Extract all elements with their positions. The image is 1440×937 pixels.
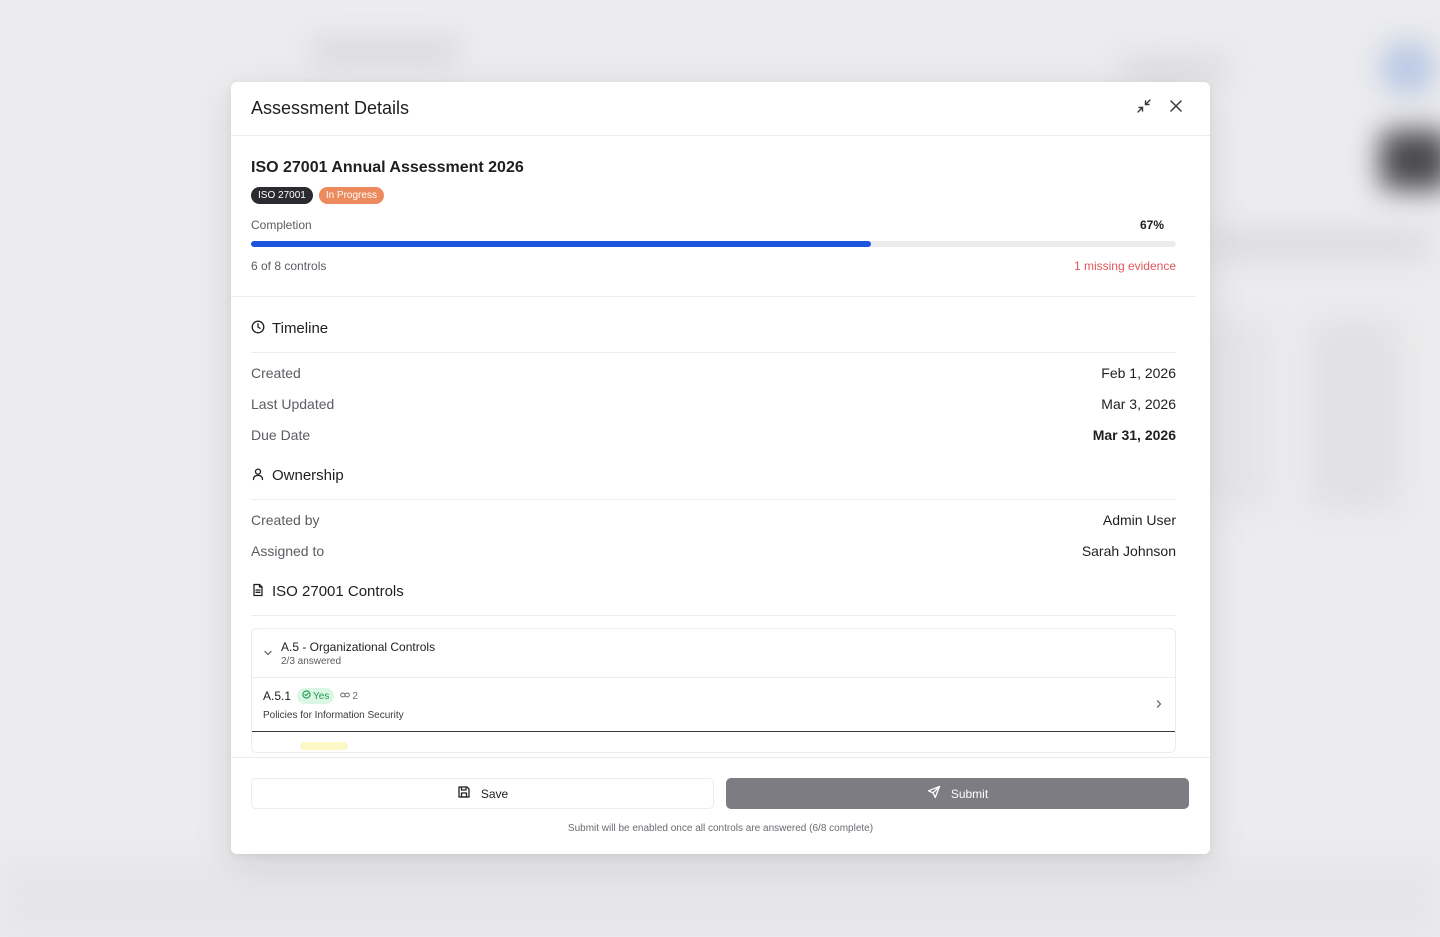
last-updated-label: Last Updated	[251, 395, 335, 412]
controls-progress: 6 of 8 controls	[251, 259, 327, 273]
completion-progress-bar	[251, 241, 1176, 247]
created-by-label: Created by	[251, 511, 320, 528]
document-icon	[251, 583, 265, 601]
control-group-header[interactable]: A.5 - Organizational Controls 2/3 answer…	[252, 629, 1175, 678]
control-row-partial	[252, 732, 1175, 752]
check-circle-icon	[302, 690, 311, 702]
controls-heading: ISO 27001 Controls	[272, 583, 404, 600]
status-badge: In Progress	[318, 187, 384, 204]
answer-label: Yes	[313, 690, 330, 702]
close-button[interactable]	[1162, 95, 1190, 123]
chevron-right-icon	[1154, 696, 1164, 714]
missing-evidence-link[interactable]: 1 missing evidence	[1074, 259, 1176, 273]
submit-button[interactable]: Submit	[726, 778, 1189, 809]
assessment-summary: ISO 27001 Annual Assessment 2026 ISO 270…	[231, 137, 1196, 297]
modal-title: Assessment Details	[251, 98, 410, 118]
created-by-value: Admin User	[1102, 511, 1176, 528]
created-label: Created	[251, 364, 301, 381]
control-group-answered: 2/3 answered	[281, 656, 342, 667]
user-icon	[251, 467, 265, 485]
control-description: Policies for Information Security	[263, 710, 404, 721]
minimize-button[interactable]	[1130, 95, 1158, 123]
submit-hint: Submit will be enabled once all controls…	[567, 823, 874, 834]
control-group-title: A.5 - Organizational Controls	[281, 640, 436, 654]
ownership-row-created-by: Created by Admin User	[251, 504, 1176, 535]
send-icon	[927, 785, 941, 802]
timeline-heading: Timeline	[272, 320, 329, 337]
modal-body[interactable]: ISO 27001 Annual Assessment 2026 ISO 270…	[231, 137, 1210, 757]
submit-label: Submit	[950, 786, 989, 801]
completion-progress-fill	[251, 241, 871, 247]
close-icon	[1169, 99, 1183, 118]
evidence-link-count: 2	[352, 690, 358, 702]
modal-footer: Save Submit Submit will be enabled once …	[231, 757, 1210, 854]
clock-icon	[251, 320, 265, 338]
save-button[interactable]: Save	[251, 778, 714, 809]
chevron-down-icon	[263, 645, 273, 663]
modal-header: Assessment Details	[231, 82, 1210, 136]
control-row[interactable]: A.5.1 Yes 2 Policies for Information Sec…	[252, 678, 1175, 732]
due-date-label: Due Date	[251, 426, 311, 443]
last-updated-value: Mar 3, 2026	[1101, 395, 1176, 412]
controls-list: A.5 - Organizational Controls 2/3 answer…	[251, 628, 1176, 753]
timeline-section: Timeline Created Feb 1, 2026 Last Update…	[231, 297, 1196, 450]
timeline-row-created: Created Feb 1, 2026	[251, 357, 1176, 388]
ownership-heading: Ownership	[272, 467, 344, 484]
controls-section: ISO 27001 Controls A.5 - Organizational …	[231, 560, 1196, 753]
assessment-details-modal: Assessment Details ISO 27001 Annual Asse…	[231, 82, 1210, 854]
assigned-to-value: Sarah Johnson	[1081, 542, 1176, 559]
due-date-value: Mar 31, 2026	[1092, 426, 1176, 443]
save-label: Save	[480, 786, 509, 801]
timeline-row-last-updated: Last Updated Mar 3, 2026	[251, 388, 1176, 419]
completion-label: Completion	[251, 218, 312, 232]
control-id: A.5.1	[263, 689, 292, 703]
save-icon	[457, 785, 471, 802]
assessment-title: ISO 27001 Annual Assessment 2026	[251, 159, 524, 176]
created-value: Feb 1, 2026	[1101, 364, 1176, 381]
answer-badge: Yes	[297, 688, 335, 704]
minimize-icon	[1136, 98, 1152, 119]
framework-badge: ISO 27001	[251, 187, 313, 204]
link-icon	[340, 690, 351, 703]
assigned-to-label: Assigned to	[251, 542, 325, 559]
evidence-links: 2	[340, 690, 358, 703]
ownership-section: Ownership Created by Admin User Assigned…	[231, 444, 1196, 566]
completion-percent: 67%	[1139, 218, 1164, 232]
